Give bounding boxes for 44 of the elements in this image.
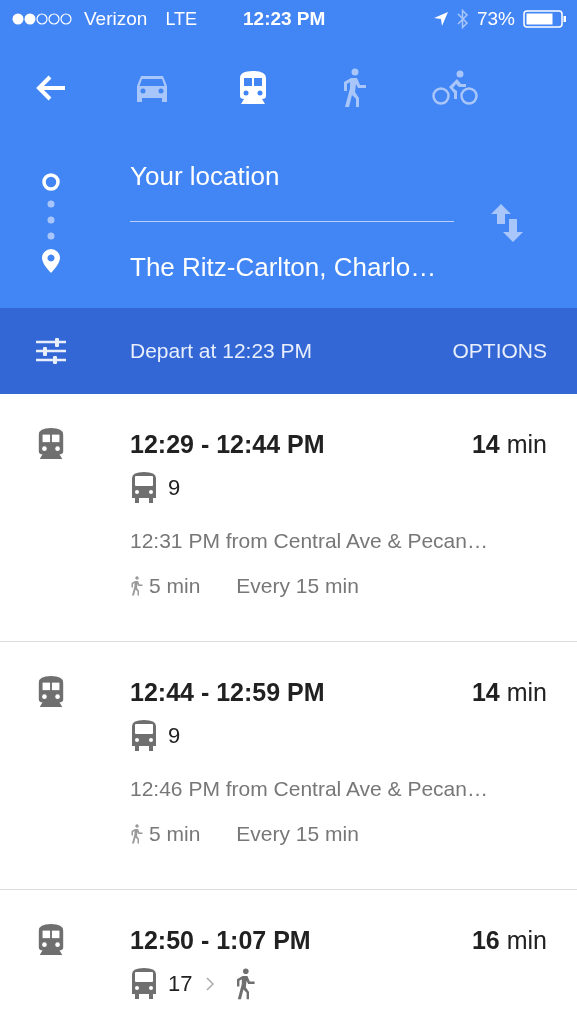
chevron-icon xyxy=(206,977,215,991)
origin-field[interactable]: Your location xyxy=(130,132,454,222)
carrier-name: Verizon xyxy=(84,8,148,30)
destination-field[interactable]: The Ritz-Carlton, Charlo… xyxy=(130,221,454,314)
walking-person-icon xyxy=(130,576,143,596)
departure-info: 12:31 PM from Central Ave & Pecan… xyxy=(130,528,489,554)
bus-icon xyxy=(130,472,158,504)
swap-arrows-icon xyxy=(491,204,523,242)
bicycle-icon xyxy=(431,70,478,106)
trip-duration: 16 min xyxy=(471,925,547,955)
swap-button[interactable] xyxy=(491,204,523,242)
trip-duration: 14 min xyxy=(471,677,547,707)
trip-times: 12:44 - 12:59 PM xyxy=(130,677,325,707)
bus-icon xyxy=(130,968,158,1000)
bus-line-number: 9 xyxy=(168,723,181,749)
bus-line-number: 9 xyxy=(168,475,181,501)
walking-person-icon xyxy=(130,824,143,844)
network-type: LTE xyxy=(165,8,198,30)
bus-icon xyxy=(130,720,158,752)
back-arrow-icon xyxy=(34,74,67,102)
status-time: 12:23 PM xyxy=(243,8,326,30)
route-result[interactable]: 12:50 - 1:07 PM 16 min 17 xyxy=(0,890,577,1024)
dotted-path-icon xyxy=(46,200,55,240)
battery-icon xyxy=(523,9,567,29)
destination-pin-icon xyxy=(40,248,61,274)
battery-percent: 73% xyxy=(476,8,515,30)
origin-icon xyxy=(40,172,61,192)
departure-info: 12:46 PM from Central Ave & Pecan… xyxy=(130,776,489,802)
location-arrow-icon xyxy=(432,11,449,27)
frequency: Every 15 min xyxy=(236,822,359,846)
walk-time: 5 min xyxy=(149,574,201,598)
trip-times: 12:50 - 1:07 PM xyxy=(130,925,311,955)
bus-line-number: 17 xyxy=(168,971,193,997)
trip-times: 12:29 - 12:44 PM xyxy=(130,429,325,459)
route-result[interactable]: 12:44 - 12:59 PM 14 min 9 12:46 PM from Central Ave & Pecan… 5 min Every 15 min xyxy=(0,642,577,890)
frequency: Every 15 min xyxy=(236,574,359,598)
depart-time-button[interactable]: Depart at 12:23 PM xyxy=(130,339,313,363)
walk-time: 5 min xyxy=(149,822,201,846)
sliders-icon xyxy=(35,338,66,364)
walking-person-icon xyxy=(234,968,257,1000)
bluetooth-icon xyxy=(456,9,469,29)
options-button[interactable]: OPTIONS xyxy=(452,339,547,363)
trip-duration: 14 min xyxy=(471,429,547,459)
route-result[interactable]: 12:29 - 12:44 PM 14 min 9 12:31 PM from Central Ave & Pecan… 5 min Every 15 min xyxy=(0,394,577,642)
